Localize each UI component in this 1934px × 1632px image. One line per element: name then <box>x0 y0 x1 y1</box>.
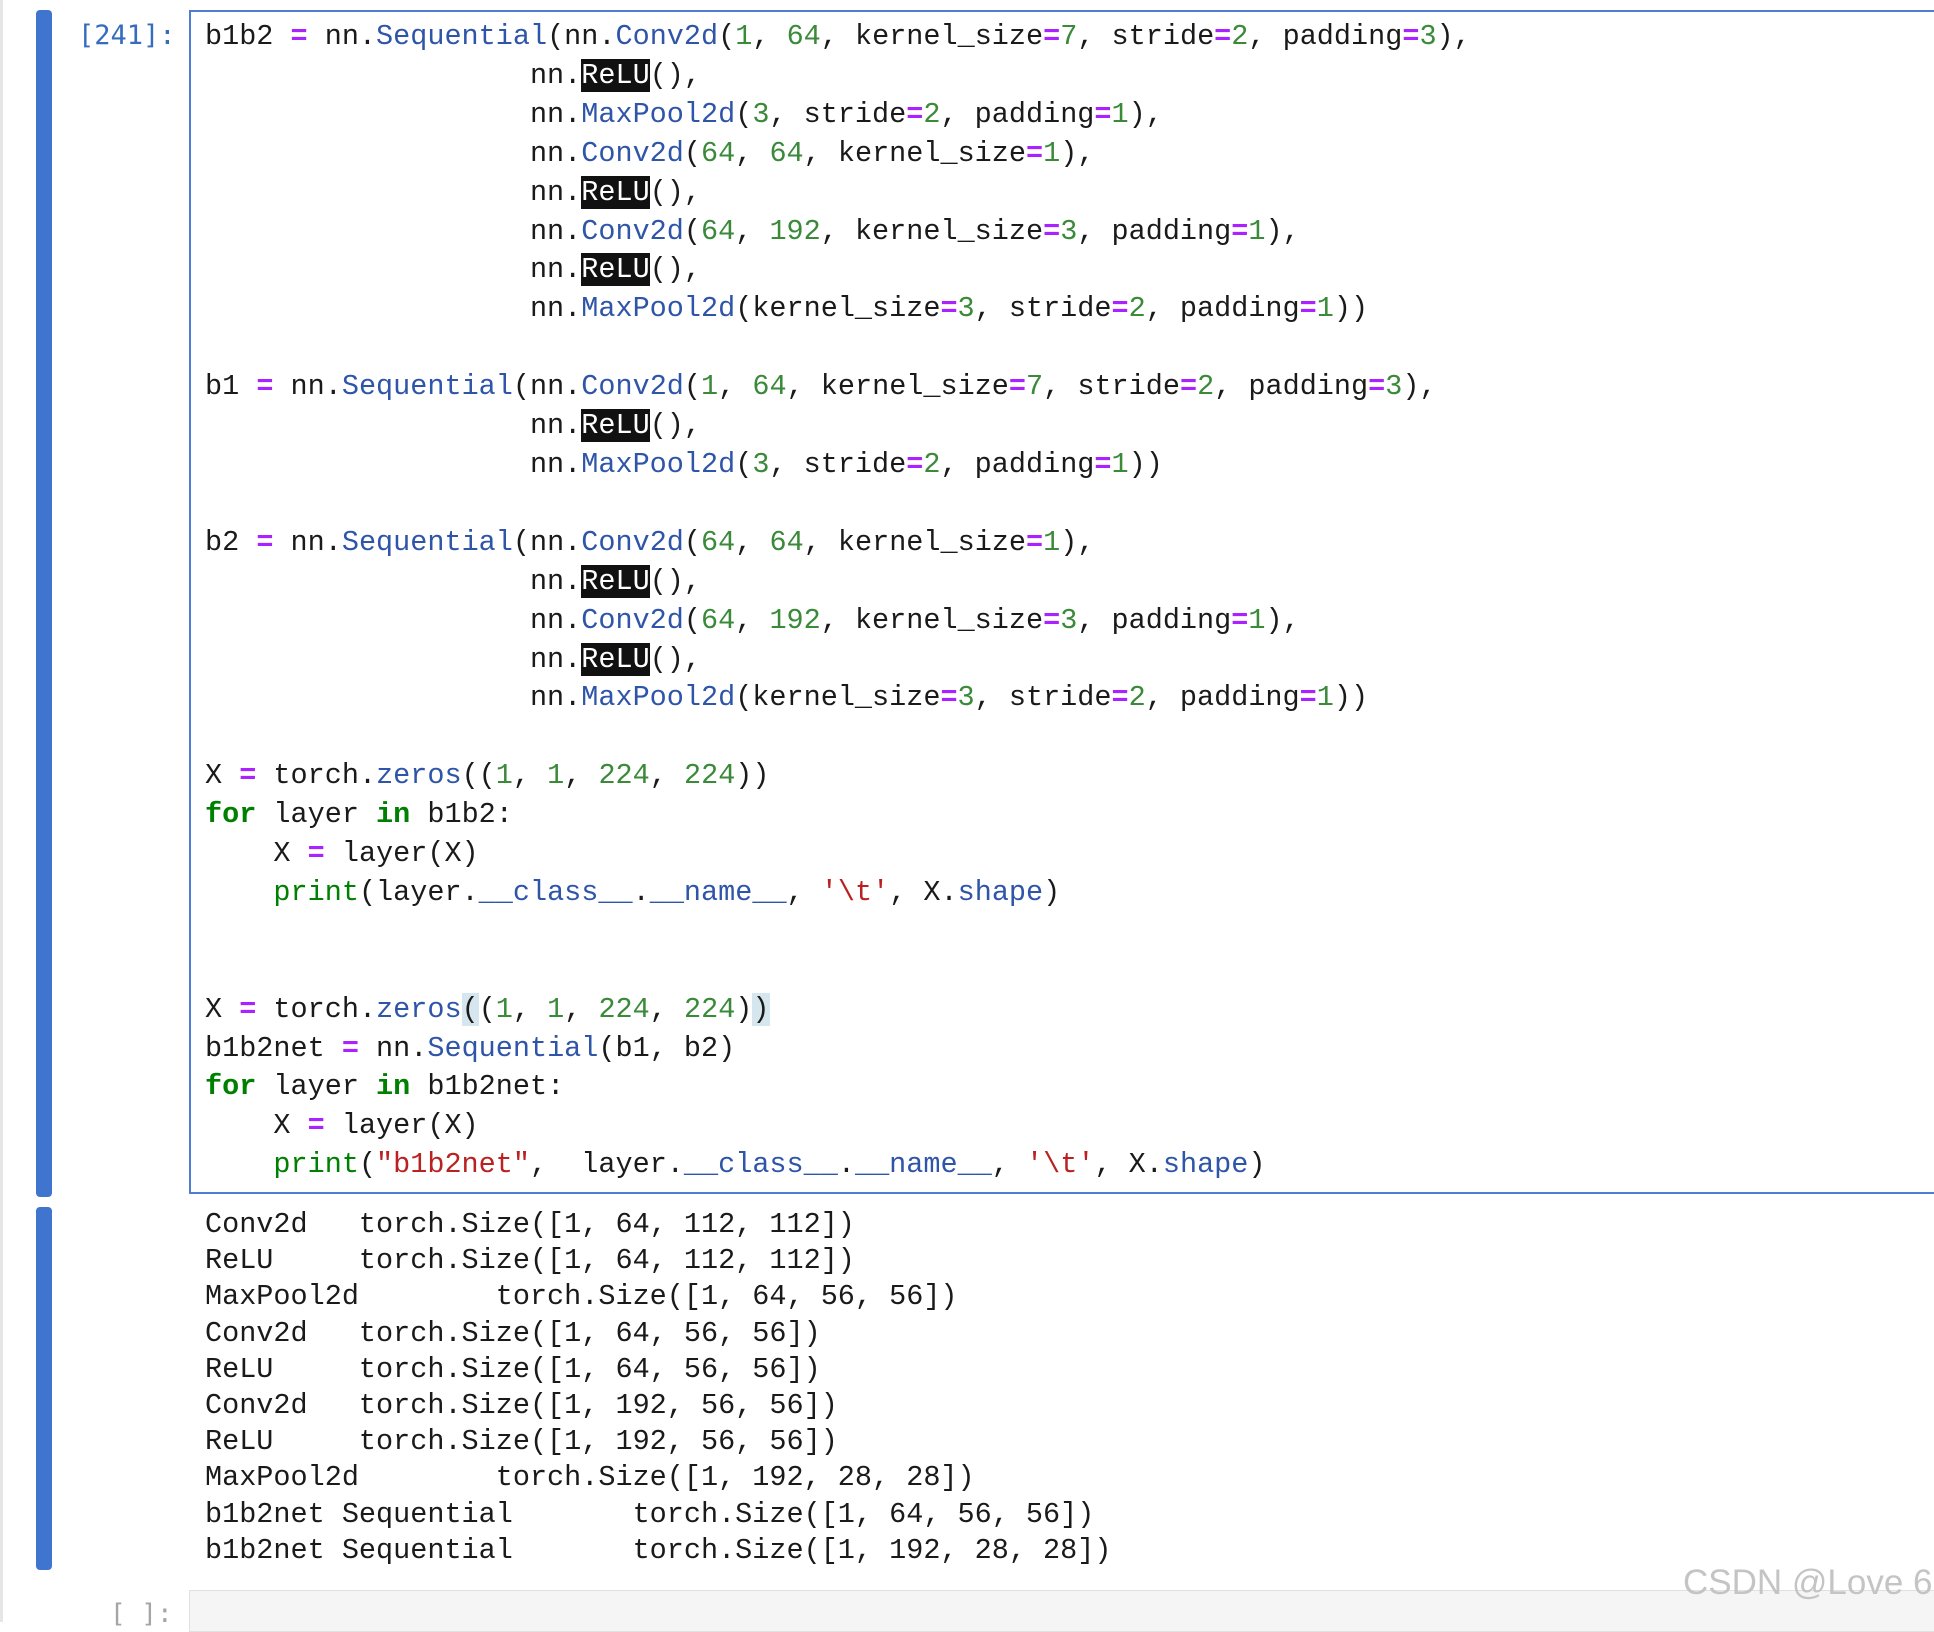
output-line: ReLU torch.Size([1, 64, 112, 112]) <box>205 1244 855 1278</box>
code-line: b1b2 = nn.Sequential(nn.Conv2d(1, 64, ke… <box>205 20 1471 53</box>
code-line: nn.MaxPool2d(3, stride=2, padding=1)) <box>205 447 1163 481</box>
notebook-left-edge <box>0 0 3 1622</box>
code-line: nn.MaxPool2d(3, stride=2, padding=1), <box>205 97 1163 131</box>
code-content[interactable]: b1b2 = nn.Sequential(nn.Conv2d(1, 64, ke… <box>205 18 1471 1185</box>
output-line: b1b2net Sequential torch.Size([1, 192, 2… <box>205 1533 1112 1567</box>
highlight-match: ReLU <box>581 564 650 598</box>
next-cell-prompt: [ ]: <box>110 1599 173 1629</box>
code-line: for layer in b1b2: <box>205 798 513 832</box>
output-line: Conv2d torch.Size([1, 64, 112, 112]) <box>205 1208 855 1241</box>
code-line: nn.ReLU(), <box>205 58 701 92</box>
highlight-match: ReLU <box>581 58 650 92</box>
highlight-match: ReLU <box>581 175 650 209</box>
output-line: ReLU torch.Size([1, 192, 56, 56]) <box>205 1425 838 1459</box>
highlight-match: ReLU <box>581 409 650 443</box>
next-cell-editor[interactable] <box>189 1590 1934 1632</box>
execution-count-prompt: [241]: <box>78 20 176 51</box>
code-line: b1b2net = nn.Sequential(b1, b2) <box>205 1031 736 1065</box>
code-line: nn.ReLU(), <box>205 409 701 443</box>
output-line: Conv2d torch.Size([1, 192, 56, 56]) <box>205 1389 838 1423</box>
code-line: nn.MaxPool2d(kernel_size=3, stride=2, pa… <box>205 292 1369 326</box>
cell-output: Conv2d torch.Size([1, 64, 112, 112]) ReL… <box>205 1207 1111 1569</box>
code-line: nn.Conv2d(64, 192, kernel_size=3, paddin… <box>205 214 1300 248</box>
code-line: nn.Conv2d(64, 192, kernel_size=3, paddin… <box>205 603 1300 637</box>
code-line: b1 = nn.Sequential(nn.Conv2d(1, 64, kern… <box>205 370 1437 404</box>
active-cell-indicator[interactable] <box>36 10 52 1197</box>
code-line: nn.ReLU(), <box>205 564 701 598</box>
code-line: nn.ReLU(), <box>205 175 701 209</box>
code-line: X = layer(X) <box>205 837 479 871</box>
code-line: nn.ReLU(), <box>205 253 701 287</box>
code-line: X = layer(X) <box>205 1109 479 1143</box>
code-line: X = torch.zeros((1, 1, 224, 224)) <box>205 992 770 1026</box>
highlight-match: ReLU <box>581 253 650 287</box>
output-line: MaxPool2d torch.Size([1, 64, 56, 56]) <box>205 1280 958 1314</box>
output-line: MaxPool2d torch.Size([1, 192, 28, 28]) <box>205 1461 975 1495</box>
highlight-match: ReLU <box>581 642 650 676</box>
output-collapse-bar[interactable] <box>36 1207 52 1570</box>
output-line: b1b2net Sequential torch.Size([1, 64, 56… <box>205 1497 1095 1531</box>
code-line: nn.ReLU(), <box>205 642 701 676</box>
code-line: X = torch.zeros((1, 1, 224, 224)) <box>205 759 770 793</box>
watermark: CSDN @Love 6 <box>1683 1563 1933 1602</box>
code-line: for layer in b1b2net: <box>205 1070 565 1104</box>
output-line: ReLU torch.Size([1, 64, 56, 56]) <box>205 1352 821 1386</box>
code-line: print(layer.__class__.__name__, '\t', X.… <box>273 875 1061 909</box>
code-line: nn.MaxPool2d(kernel_size=3, stride=2, pa… <box>205 681 1369 715</box>
code-line: b2 = nn.Sequential(nn.Conv2d(64, 64, ker… <box>205 525 1095 559</box>
code-line: nn.Conv2d(64, 64, kernel_size=1), <box>205 136 1095 170</box>
code-line: print("b1b2net", layer.__class__.__name_… <box>273 1148 1266 1182</box>
code-cell-editor[interactable]: b1b2 = nn.Sequential(nn.Conv2d(1, 64, ke… <box>189 10 1934 1194</box>
output-line: Conv2d torch.Size([1, 64, 56, 56]) <box>205 1316 821 1350</box>
